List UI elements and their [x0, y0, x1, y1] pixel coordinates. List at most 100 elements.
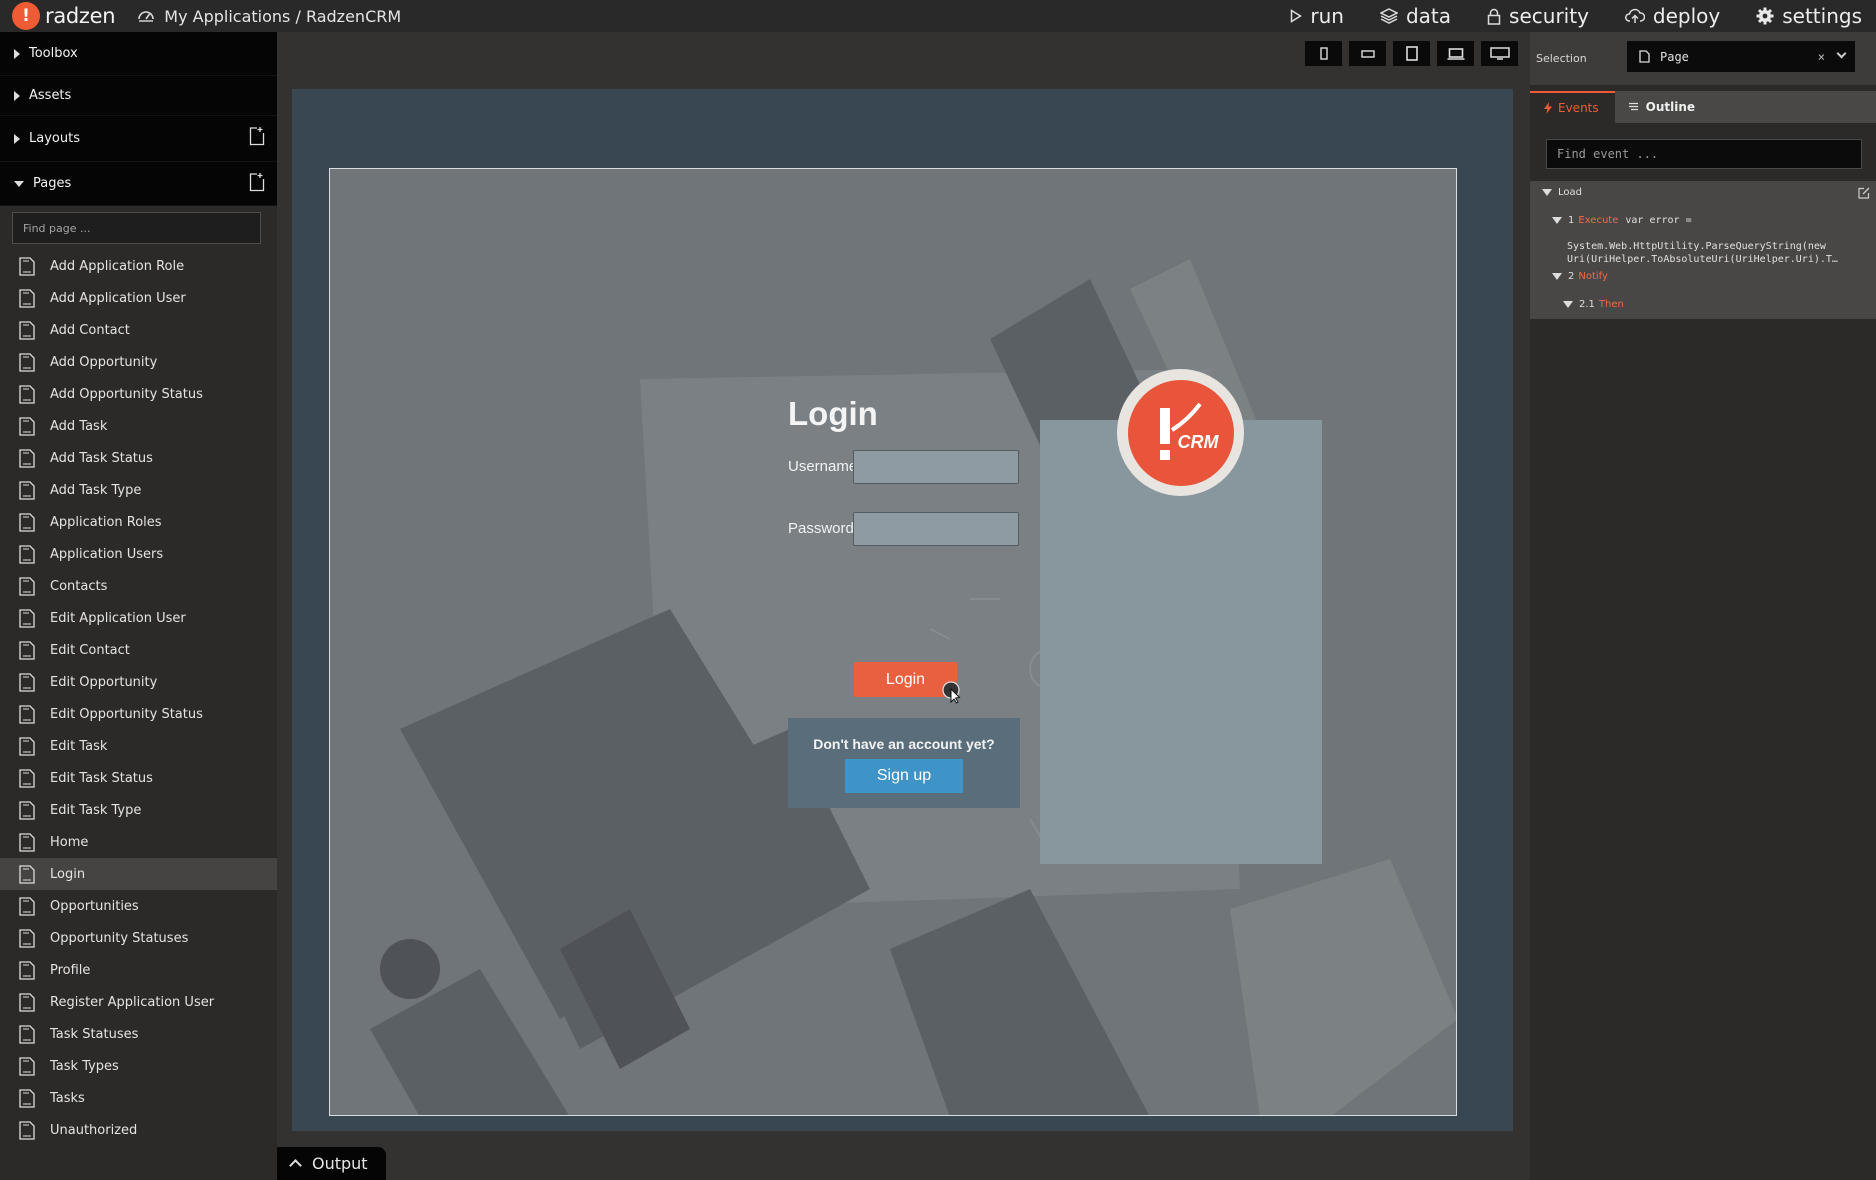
action-execute[interactable]: 1 Execute var error =: [1552, 215, 1692, 226]
page-icon: [19, 576, 35, 596]
tab-events[interactable]: Events: [1530, 91, 1615, 123]
action-then-number: 2.1: [1579, 299, 1595, 310]
output-tab[interactable]: Output: [277, 1147, 386, 1180]
page-item[interactable]: Unauthorized: [0, 1114, 277, 1146]
page-item-label: Edit Task Status: [50, 770, 153, 786]
radzen-logo[interactable]: ! radzen: [12, 2, 116, 30]
phone-landscape-icon: [1360, 49, 1375, 58]
page-item[interactable]: Add Application Role: [0, 250, 277, 282]
nav-data[interactable]: data: [1379, 4, 1451, 28]
page-item[interactable]: Edit Task: [0, 730, 277, 762]
tab-events-label: Events: [1558, 101, 1599, 115]
page-item-label: Task Types: [50, 1058, 119, 1074]
page-item[interactable]: Add Application User: [0, 282, 277, 314]
viewport-desktop-button[interactable]: [1481, 41, 1518, 66]
viewport-laptop-button[interactable]: [1437, 41, 1474, 66]
page-item[interactable]: Register Application User: [0, 986, 277, 1018]
page-icon: [19, 352, 35, 372]
page-item[interactable]: Home: [0, 826, 277, 858]
action-then[interactable]: 2.1 Then: [1563, 299, 1624, 310]
lightning-icon: [1544, 102, 1552, 114]
radzen-logo-mark: !: [12, 2, 40, 30]
event-load[interactable]: Load: [1542, 187, 1582, 198]
page-item[interactable]: Edit Application User: [0, 602, 277, 634]
selection-label: Selection: [1536, 52, 1587, 65]
page-item[interactable]: Add Task: [0, 410, 277, 442]
signup-button[interactable]: Sign up: [845, 759, 963, 793]
dashboard-icon: [138, 11, 155, 22]
section-toolbox-label: Toolbox: [29, 46, 78, 61]
left-sidebar: Toolbox Assets Layouts Pages Find page .…: [0, 32, 277, 1180]
page-icon: [19, 864, 35, 884]
section-pages[interactable]: Pages: [0, 162, 277, 206]
clear-selection-icon[interactable]: ×: [1818, 50, 1825, 64]
page-item[interactable]: Add Task Status: [0, 442, 277, 474]
viewport-tablet-button[interactable]: [1393, 41, 1430, 66]
page-list: Add Application Role Add Application User…: [0, 250, 277, 1146]
add-layout-icon[interactable]: [249, 126, 265, 146]
page-item-label: Add Opportunity Status: [50, 386, 203, 402]
radzen-logo-text: radzen: [45, 4, 116, 28]
find-page-input[interactable]: Find page ...: [12, 212, 261, 244]
page-item[interactable]: Edit Contact: [0, 634, 277, 666]
viewport-phone-portrait-button[interactable]: [1305, 41, 1342, 66]
edit-event-icon[interactable]: [1858, 187, 1870, 199]
section-toolbox[interactable]: Toolbox: [0, 32, 277, 76]
selection-value: Page: [1660, 49, 1689, 64]
nav-settings-label: settings: [1782, 4, 1862, 28]
page-icon: [19, 704, 35, 724]
nav-settings[interactable]: settings: [1756, 4, 1862, 28]
page-item[interactable]: Edit Task Type: [0, 794, 277, 826]
page-item[interactable]: Edit Opportunity: [0, 666, 277, 698]
viewport-phone-landscape-button[interactable]: [1349, 41, 1386, 66]
nav-run[interactable]: run: [1290, 4, 1344, 28]
layers-icon: [1379, 8, 1398, 24]
page-item[interactable]: Tasks: [0, 1082, 277, 1114]
page-item-label: Opportunity Statuses: [50, 930, 189, 946]
page-icon: [19, 640, 35, 660]
selection-dropdown[interactable]: Page ×: [1627, 41, 1855, 72]
section-layouts[interactable]: Layouts: [0, 116, 277, 162]
page-item[interactable]: Login: [0, 858, 277, 890]
page-item[interactable]: Opportunity Statuses: [0, 922, 277, 954]
play-icon: [1291, 9, 1303, 23]
caret-down-icon: [14, 180, 24, 187]
page-icon: [19, 416, 35, 436]
section-assets[interactable]: Assets: [0, 76, 277, 116]
page-item[interactable]: Add Opportunity: [0, 346, 277, 378]
chevron-down-icon[interactable]: [1836, 48, 1847, 59]
top-bar: ! radzen My Applications / RadzenCRM run…: [0, 0, 1876, 32]
page-item[interactable]: Add Contact: [0, 314, 277, 346]
password-input[interactable]: [853, 512, 1019, 546]
page-icon: [19, 480, 35, 500]
action-execute-type: Execute: [1578, 215, 1619, 226]
page-item[interactable]: Task Statuses: [0, 1018, 277, 1050]
username-input[interactable]: [853, 450, 1019, 484]
add-page-icon[interactable]: [249, 172, 265, 192]
action-then-type: Then: [1598, 299, 1624, 310]
page-item[interactable]: Edit Opportunity Status: [0, 698, 277, 730]
page-item[interactable]: Add Opportunity Status: [0, 378, 277, 410]
nav-security[interactable]: security: [1487, 4, 1589, 28]
page-item[interactable]: Application Roles: [0, 506, 277, 538]
section-pages-label: Pages: [33, 176, 72, 191]
page-item[interactable]: Opportunities: [0, 890, 277, 922]
designer-area: CRM Login Username Password Login Don't …: [277, 32, 1530, 1180]
output-tab-label: Output: [312, 1154, 368, 1173]
page-item[interactable]: Task Types: [0, 1050, 277, 1082]
page-item[interactable]: Edit Task Status: [0, 762, 277, 794]
breadcrumb[interactable]: My Applications / RadzenCRM: [137, 7, 401, 26]
find-event-input[interactable]: Find event ...: [1546, 139, 1862, 169]
page-item[interactable]: Contacts: [0, 570, 277, 602]
page-item-label: Login: [50, 866, 86, 882]
page-icon: [19, 1088, 35, 1108]
cursor-pointer-icon: [942, 681, 961, 704]
page-icon: [19, 800, 35, 820]
page-item[interactable]: Add Task Type: [0, 474, 277, 506]
tab-outline[interactable]: Outline: [1615, 91, 1711, 123]
action-notify[interactable]: 2 Notify: [1552, 271, 1608, 282]
page-item[interactable]: Profile: [0, 954, 277, 986]
page-icon: [19, 544, 35, 564]
nav-deploy[interactable]: deploy: [1624, 4, 1720, 28]
page-item[interactable]: Application Users: [0, 538, 277, 570]
